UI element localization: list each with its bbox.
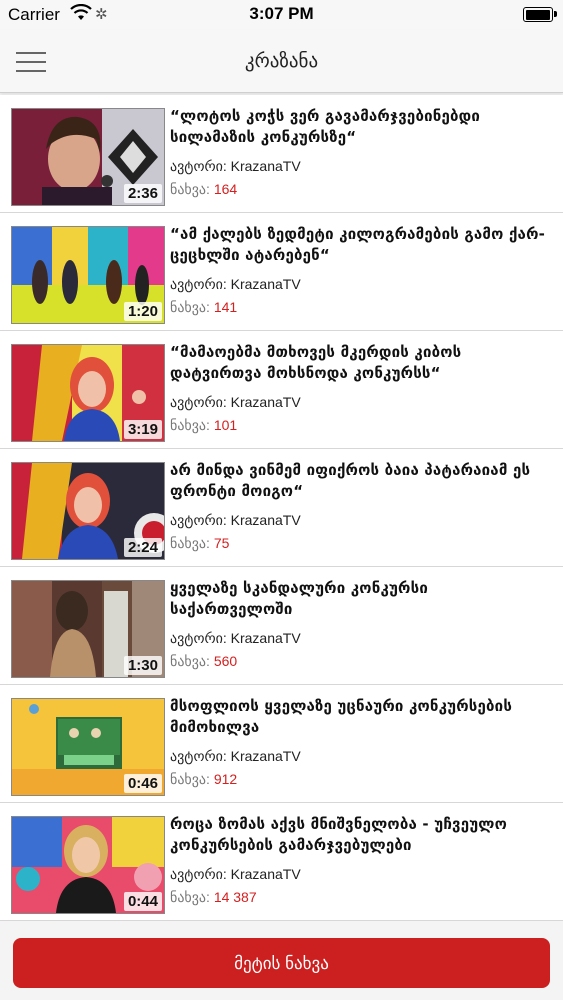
video-thumbnail: 1:30 [11,580,165,678]
author-label: ავტორი: [170,748,227,764]
views-label: ნახვა: [170,653,210,669]
author-name: KrazanaTV [230,748,301,764]
author-name: KrazanaTV [230,630,301,646]
battery-icon [523,7,557,22]
page-title: კრაზანა [244,50,319,72]
video-views: ნახვა: 141 [170,299,237,316]
video-title: მსოფლიოს ყველაზე უცნაური კონკურსების მიმ… [170,697,513,736]
video-author: ავტორი: KrazanaTV [170,748,301,765]
video-title: როცა ზომას აქვს მნიშვნელობა - უჩვეულო კო… [170,815,508,854]
author-label: ავტორი: [170,630,227,646]
video-author: ავტორი: KrazanaTV [170,630,301,647]
video-thumbnail: 2:24 [11,462,165,560]
video-author: ავტორი: KrazanaTV [170,866,301,883]
video-list-item[interactable]: 2:36 “ლოტოს კოჭს ვერ გავამარჯვებინებდი ს… [0,95,563,213]
video-list-item[interactable]: 3:19 “მამაოებმა მთხოვეს მკერდის კიბოს და… [0,331,563,449]
video-author: ავტორი: KrazanaTV [170,394,301,411]
video-views: ნახვა: 101 [170,417,237,434]
author-name: KrazanaTV [230,276,301,292]
video-duration: 0:44 [123,892,162,911]
author-label: ავტორი: [170,158,227,174]
author-name: KrazanaTV [230,866,301,882]
status-time: 3:07 PM [249,4,314,23]
video-title: “ამ ქალებს ზედმეტი კილოგრამების გამო ქარ… [170,225,546,264]
video-duration: 2:24 [123,538,162,557]
video-title: “მამაოებმა მთხოვეს მკერდის კიბოს დატვირთ… [170,343,462,382]
video-thumbnail: 3:19 [11,344,165,442]
video-title: “ლოტოს კოჭს ვერ გავამარჯვებინებდი სილამა… [170,107,481,146]
views-count: 75 [213,535,230,551]
author-label: ავტორი: [170,866,227,882]
views-count: 560 [213,653,238,669]
video-views: ნახვა: 912 [170,771,237,788]
video-views: ნახვა: 164 [170,181,237,198]
video-list-item[interactable]: 1:20 “ამ ქალებს ზედმეტი კილოგრამების გამ… [0,213,563,331]
video-list-item[interactable]: 0:46 მსოფლიოს ყველაზე უცნაური კონკურსები… [0,685,563,803]
author-label: ავტორი: [170,394,227,410]
video-list-item[interactable]: 0:44 როცა ზომას აქვს მნიშვნელობა - უჩვეუ… [0,803,563,921]
video-list-item[interactable]: 1:30 ყველაზე სკანდალური კონკურსი საქართვ… [0,567,563,685]
views-count: 101 [213,417,238,433]
video-author: ავტორი: KrazanaTV [170,158,301,175]
video-thumbnail: 0:46 [11,698,165,796]
author-name: KrazanaTV [230,394,301,410]
video-duration: 2:36 [123,184,162,203]
navigation-bar: კრაზანა [0,30,563,93]
views-label: ნახვა: [170,417,210,433]
views-label: ნახვა: [170,535,210,551]
video-author: ავტორი: KrazanaTV [170,512,301,529]
video-duration: 1:20 [123,302,162,321]
video-thumbnail: 1:20 [11,226,165,324]
views-count: 141 [213,299,238,315]
video-duration: 3:19 [123,420,162,439]
video-views: ნახვა: 75 [170,535,229,552]
video-list-item[interactable]: 2:24 არ მინდა ვინმემ იფიქროს ბაია პატარა… [0,449,563,567]
views-label: ნახვა: [170,889,210,905]
views-count: 912 [213,771,238,787]
video-views: ნახვა: 14 387 [170,889,257,906]
views-label: ნახვა: [170,299,210,315]
views-label: ნახვა: [170,181,210,197]
video-duration: 0:46 [123,774,162,793]
views-label: ნახვა: [170,771,210,787]
author-name: KrazanaTV [230,512,301,528]
video-thumbnail: 2:36 [11,108,165,206]
views-count: 164 [213,181,238,197]
author-label: ავტორი: [170,276,227,292]
views-count: 14 387 [213,889,257,905]
author-name: KrazanaTV [230,158,301,174]
video-title: არ მინდა ვინმემ იფიქროს ბაია პატარაიამ ე… [170,461,531,500]
video-title: ყველაზე სკანდალური კონკურსი საქართველოში [170,579,428,618]
author-label: ავტორი: [170,512,227,528]
video-views: ნახვა: 560 [170,653,237,670]
video-author: ავტორი: KrazanaTV [170,276,301,293]
video-thumbnail: 0:44 [11,816,165,914]
video-list: 2:36 “ლოტოს კოჭს ვერ გავამარჯვებინებდი ს… [0,95,563,921]
load-more-button[interactable]: მეტის ნახვა [13,938,550,988]
video-duration: 1:30 [123,656,162,675]
status-bar: Carrier ✲ 3:07 PM [0,0,563,30]
